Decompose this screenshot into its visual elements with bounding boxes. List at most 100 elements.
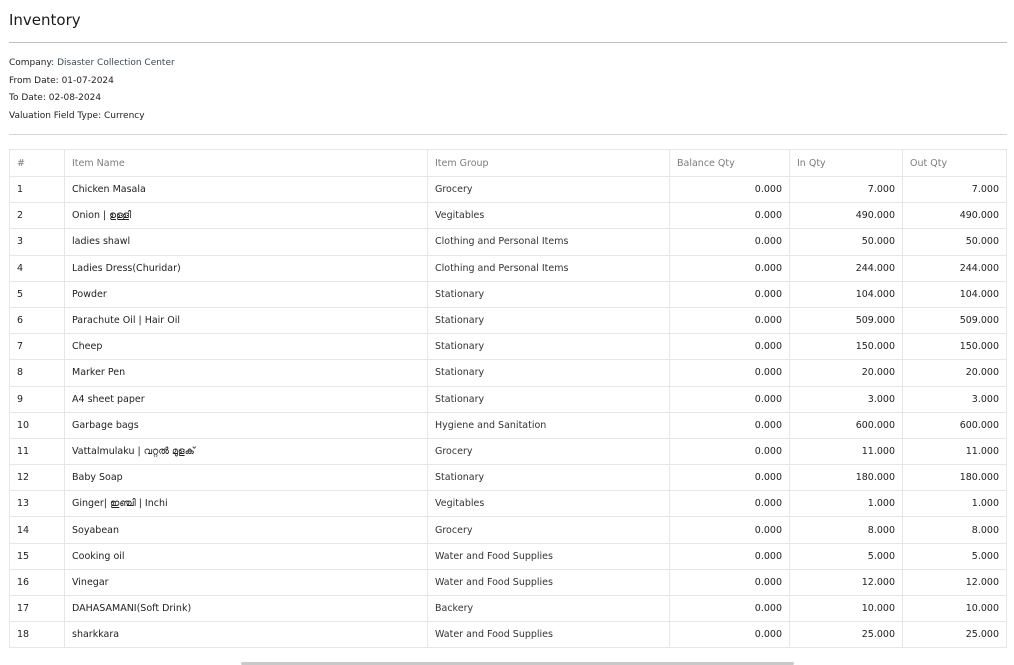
in-qty-cell: 25.000	[789, 621, 903, 649]
row-number: 7	[9, 333, 65, 361]
balance-qty-cell: 0.000	[669, 202, 790, 230]
table-row[interactable]: 15 Cooking oil Water and Food Supplies 0.00…	[9, 542, 1007, 570]
table-row[interactable]: 6 Parachute Oil | Hair Oil Stationary 0.000…	[9, 306, 1007, 335]
item-group-cell: Hygiene and Sanitation	[427, 411, 670, 439]
column-header-out-qty[interactable]: Out Qty	[902, 149, 1007, 177]
out-qty-cell: 180.000	[902, 464, 1007, 492]
table-row[interactable]: 8 Marker Pen Stationary 0.000 20.000 20.000	[9, 359, 1007, 387]
item-name-cell: Vinegar	[64, 568, 428, 597]
item-name-cell: Onion | ഉള്ളി	[64, 202, 428, 230]
row-number: 11	[9, 437, 65, 466]
item-group-cell: Stationary	[427, 385, 670, 413]
row-number: 18	[9, 621, 65, 649]
valuation-label: Valuation Field Type:	[9, 110, 102, 121]
balance-qty-cell: 0.000	[669, 437, 790, 466]
in-qty-cell: 50.000	[789, 228, 903, 256]
item-name-cell: Parachute Oil | Hair Oil	[64, 306, 428, 335]
item-name-cell: A4 sheet paper	[64, 385, 428, 413]
in-qty-cell: 11.000	[789, 437, 903, 466]
balance-qty-cell: 0.000	[669, 175, 790, 204]
row-number: 1	[9, 175, 65, 204]
table-body: 1 Chicken Masala Grocery 0.000 7.000 7.000 2 On…	[9, 175, 1007, 649]
item-name-cell: Garbage bags	[64, 411, 428, 439]
row-number: 13	[9, 490, 65, 518]
out-qty-cell: 509.000	[902, 306, 1007, 335]
company-row: Company: Disaster Collection Center	[9, 55, 175, 73]
table-row[interactable]: 11 Vattalmulaku | വറ്റൽ മുളക് Grocery 0.000…	[9, 437, 1007, 466]
column-header-balance-qty[interactable]: Balance Qty	[669, 149, 790, 177]
item-group-cell: Vegitables	[427, 490, 670, 518]
row-number: 10	[9, 411, 65, 439]
item-name-cell: Cooking oil	[64, 542, 428, 570]
out-qty-cell: 12.000	[902, 568, 1007, 597]
balance-qty-cell: 0.000	[669, 568, 790, 597]
filters-divider	[9, 134, 1007, 135]
balance-qty-cell: 0.000	[669, 228, 790, 256]
out-qty-cell: 1.000	[902, 490, 1007, 518]
item-name-cell: Vattalmulaku | വറ്റൽ മുളക്	[64, 437, 428, 466]
company-label: Company:	[9, 58, 55, 68]
item-group-cell: Clothing and Personal Items	[427, 254, 670, 282]
row-number: 16	[9, 568, 65, 597]
row-number: 12	[9, 464, 65, 492]
column-header-item-group[interactable]: Item Group	[427, 149, 670, 177]
balance-qty-cell: 0.000	[669, 333, 790, 361]
in-qty-cell: 10.000	[789, 594, 903, 623]
row-number: 3	[9, 228, 65, 256]
item-group-cell: Water and Food Supplies	[427, 568, 670, 597]
in-qty-cell: 20.000	[789, 359, 903, 387]
item-group-cell: Grocery	[427, 175, 670, 204]
column-header-in-qty[interactable]: In Qty	[789, 149, 903, 177]
in-qty-cell: 5.000	[789, 542, 903, 570]
in-qty-cell: 509.000	[789, 306, 903, 335]
table-row[interactable]: 9 A4 sheet paper Stationary 0.000 3.000 3.000	[9, 385, 1007, 413]
column-header-number[interactable]: #	[9, 149, 65, 177]
item-group-cell: Stationary	[427, 464, 670, 492]
table-row[interactable]: 10 Garbage bags Hygiene and Sanitation 0.00…	[9, 411, 1007, 439]
row-number: 5	[9, 280, 65, 308]
in-qty-cell: 244.000	[789, 254, 903, 282]
table-row[interactable]: 12 Baby Soap Stationary 0.000 180.000 180.000	[9, 464, 1007, 492]
item-group-cell: Stationary	[427, 306, 670, 335]
table-row[interactable]: 16 Vinegar Water and Food Supplies 0.000 12.…	[9, 568, 1007, 597]
table-row[interactable]: 14 Soyabean Grocery 0.000 8.000 8.000	[9, 516, 1007, 544]
table-row[interactable]: 13 Ginger| ഇഞ്ചി | Inchi Vegitables 0.000 1.…	[9, 490, 1007, 518]
balance-qty-cell: 0.000	[669, 306, 790, 335]
table-row[interactable]: 2 Onion | ഉള്ളി Vegitables 0.000 490.000 490.…	[9, 202, 1007, 230]
table-row[interactable]: 1 Chicken Masala Grocery 0.000 7.000 7.000	[9, 175, 1007, 204]
table-row[interactable]: 18 sharkkara Water and Food Supplies 0.000 2…	[9, 621, 1007, 649]
out-qty-cell: 7.000	[902, 175, 1007, 204]
table-row[interactable]: 3 ladies shawl Clothing and Personal Items…	[9, 228, 1007, 256]
table-row[interactable]: 7 Cheep Stationary 0.000 150.000 150.000	[9, 333, 1007, 361]
column-header-item-name[interactable]: Item Name	[64, 149, 428, 177]
item-name-cell: Ginger| ഇഞ്ചി | Inchi	[64, 490, 428, 518]
valuation-value: Currency	[104, 110, 145, 121]
out-qty-cell: 5.000	[902, 542, 1007, 570]
in-qty-cell: 12.000	[789, 568, 903, 597]
item-name-cell: Chicken Masala	[64, 175, 428, 204]
out-qty-cell: 104.000	[902, 280, 1007, 308]
table-row[interactable]: 17 DAHASAMANI(Soft Drink) Backery 0.000 10.0…	[9, 594, 1007, 623]
item-group-cell: Backery	[427, 594, 670, 623]
out-qty-cell: 600.000	[902, 411, 1007, 439]
item-name-cell: DAHASAMANI(Soft Drink)	[64, 594, 428, 623]
item-group-cell: Grocery	[427, 516, 670, 544]
in-qty-cell: 600.000	[789, 411, 903, 439]
balance-qty-cell: 0.000	[669, 490, 790, 518]
out-qty-cell: 244.000	[902, 254, 1007, 282]
table-row[interactable]: 4 Ladies Dress(Churidar) Clothing and Pers…	[9, 254, 1007, 282]
item-group-cell: Grocery	[427, 437, 670, 466]
row-number: 6	[9, 306, 65, 335]
item-group-cell: Water and Food Supplies	[427, 621, 670, 649]
report-filters: Company: Disaster Collection Center From…	[9, 55, 175, 125]
balance-qty-cell: 0.000	[669, 594, 790, 623]
table-row[interactable]: 5 Powder Stationary 0.000 104.000 104.000	[9, 280, 1007, 308]
in-qty-cell: 490.000	[789, 202, 903, 230]
item-group-cell: Stationary	[427, 333, 670, 361]
row-number: 15	[9, 542, 65, 570]
balance-qty-cell: 0.000	[669, 280, 790, 308]
balance-qty-cell: 0.000	[669, 359, 790, 387]
row-number: 4	[9, 254, 65, 282]
balance-qty-cell: 0.000	[669, 621, 790, 649]
out-qty-cell: 50.000	[902, 228, 1007, 256]
